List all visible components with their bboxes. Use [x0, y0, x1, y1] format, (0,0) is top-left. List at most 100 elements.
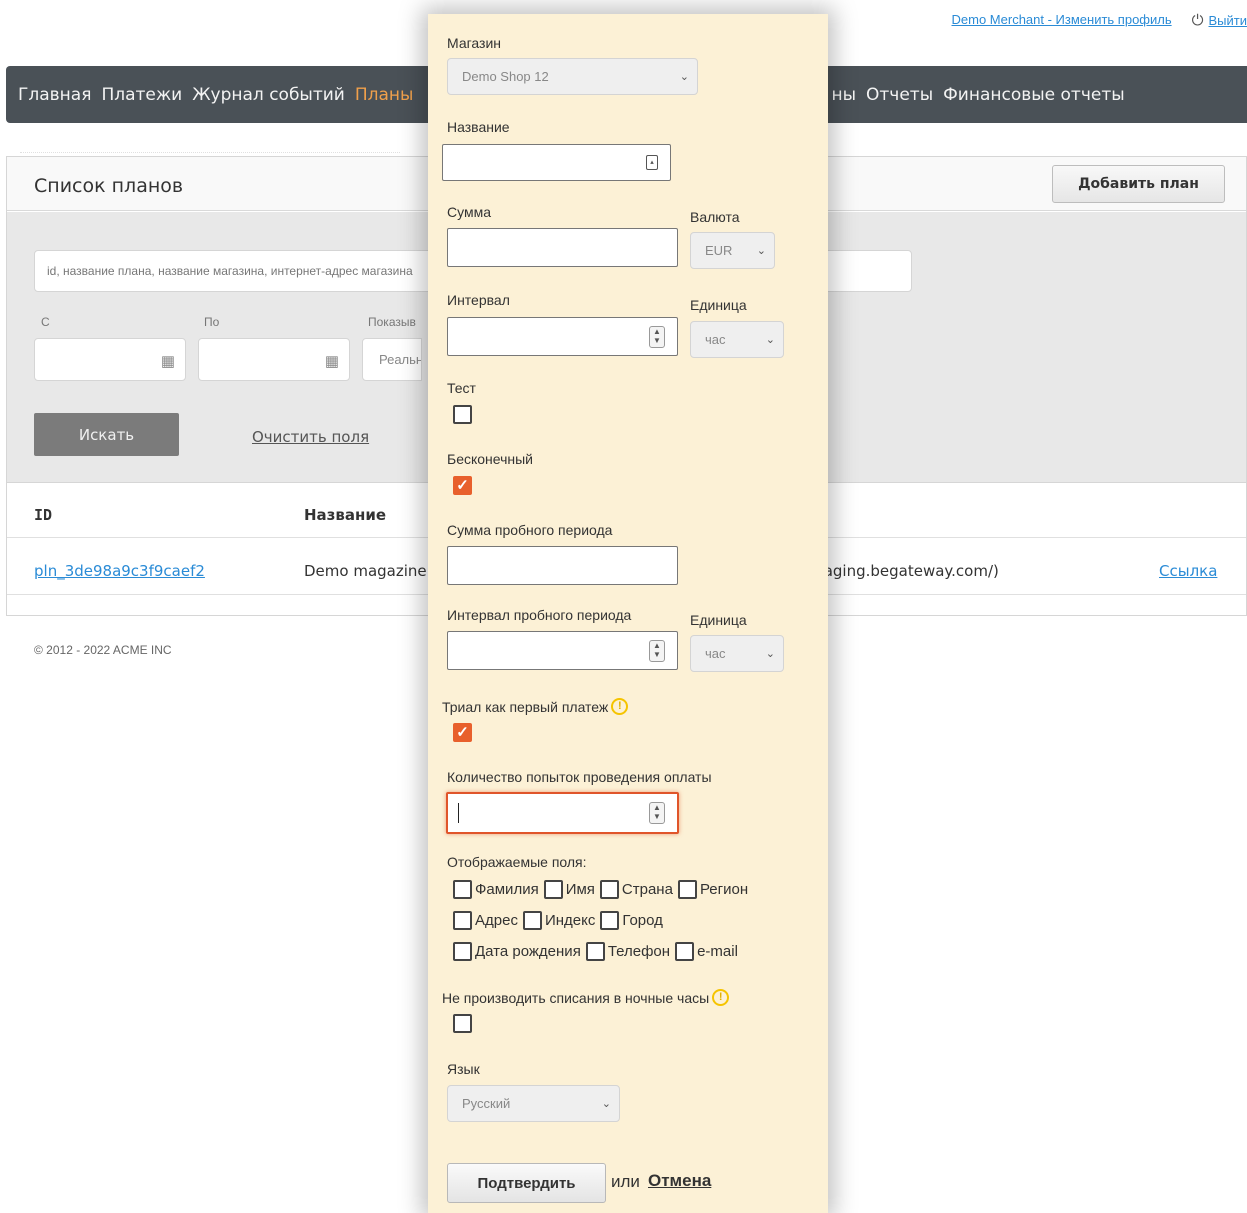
attempts-input[interactable]: ▲ ▼: [446, 792, 679, 834]
top-links: Demo Merchant - Изменить профиль ⏻ Выйти: [952, 12, 1247, 29]
address-checkbox[interactable]: [453, 911, 472, 930]
country-checkbox[interactable]: [599, 880, 619, 899]
trial-unit-select[interactable]: час ⌄: [690, 635, 784, 672]
or-text: или: [611, 1172, 640, 1191]
lastname-checkbox[interactable]: [453, 880, 472, 899]
lastname-label: Фамилия: [475, 881, 539, 898]
birthdate-label: Дата рождения: [475, 943, 581, 960]
trial-first-payment-label: Триал как первый платеж!: [442, 698, 629, 715]
logout-button[interactable]: ⏻ Выйти: [1192, 12, 1247, 29]
currency-select[interactable]: EUR ⌄: [690, 232, 775, 269]
trial-unit-label: Единица: [690, 612, 747, 628]
trial-interval-input[interactable]: ▲ ▼: [447, 631, 678, 670]
no-night-charges-label: Не производить списания в ночные часы!: [442, 989, 730, 1006]
trial-first-payment-checkbox[interactable]: ✓: [453, 723, 472, 742]
unit-label: Единица: [690, 297, 747, 313]
date-to-label: По: [204, 315, 220, 329]
footer-copyright: © 2012 - 2022 ACME INC: [34, 643, 172, 657]
zip-checkbox[interactable]: [522, 911, 542, 930]
name-label: Название: [447, 119, 510, 135]
nav-item-reports[interactable]: Отчеты: [866, 85, 933, 105]
plan-id-link[interactable]: pln_3de98a9c3f9caef2: [34, 562, 205, 580]
clear-fields-link[interactable]: Очистить поля: [252, 428, 369, 446]
shop-value: Demo Shop 12: [462, 69, 549, 84]
email-checkbox[interactable]: [675, 942, 695, 961]
city-checkbox[interactable]: [600, 911, 620, 930]
text-cursor: [458, 803, 459, 823]
calendar-icon[interactable]: ▦: [161, 352, 175, 370]
warning-icon[interactable]: !: [611, 698, 629, 715]
plan-form-modal: Магазин Demo Shop 12 ⌄ Название ▴ Сумма …: [428, 14, 828, 1213]
show-select[interactable]: Реальн: [362, 338, 422, 381]
region-label: Регион: [699, 881, 749, 898]
currency-label: Валюта: [690, 209, 740, 225]
page-title: Список планов: [34, 175, 184, 197]
interval-input[interactable]: ▲ ▼: [447, 317, 678, 356]
birthdate-checkbox[interactable]: [453, 942, 472, 961]
currency-value: EUR: [705, 243, 733, 258]
keyboard-icon: ▴: [646, 155, 658, 170]
zip-label: Индекс: [544, 912, 596, 929]
warning-icon[interactable]: !: [712, 989, 730, 1006]
amount-input[interactable]: [447, 228, 678, 267]
no-night-charges-checkbox[interactable]: [453, 1014, 472, 1033]
infinite-checkbox[interactable]: ✓: [453, 476, 472, 495]
search-button[interactable]: Искать: [34, 413, 179, 456]
show-label: Показыв: [368, 315, 416, 329]
nav-item-plans[interactable]: Планы: [355, 85, 414, 105]
trial-amount-input[interactable]: [447, 546, 678, 585]
column-name: Название: [304, 506, 387, 524]
nav-item-event-log[interactable]: Журнал событий: [192, 85, 345, 105]
country-label: Страна: [621, 881, 673, 898]
nav-item-home[interactable]: Главная: [18, 85, 91, 105]
shop-select[interactable]: Demo Shop 12 ⌄: [447, 58, 698, 95]
power-icon: ⏻: [1191, 12, 1204, 29]
chevron-down-icon: ⌄: [601, 1097, 611, 1110]
trial-first-payment-text: Триал как первый платеж: [442, 699, 609, 715]
amount-label: Сумма: [447, 204, 491, 220]
region-checkbox[interactable]: [677, 880, 697, 899]
trial-amount-label: Сумма пробного периода: [447, 522, 613, 538]
spinner-icon[interactable]: ▲ ▼: [649, 325, 665, 348]
spinner-icon[interactable]: ▲ ▼: [649, 639, 665, 662]
trial-unit-value: час: [705, 646, 726, 661]
language-select[interactable]: Русский ⌄: [447, 1085, 620, 1122]
plan-shop: staging.begateway.com/): [810, 562, 999, 580]
name-input[interactable]: ▴: [442, 144, 671, 181]
plan-name: Demo magazine: [304, 562, 427, 580]
column-id: ID: [34, 506, 53, 524]
unit-select[interactable]: час ⌄: [690, 321, 784, 358]
date-to-field[interactable]: ▦: [198, 338, 350, 381]
city-label: Город: [622, 912, 663, 929]
display-fields-row-2: Адрес Индекс Город: [453, 911, 668, 930]
chevron-down-icon: ⌄: [765, 333, 775, 346]
shop-label: Магазин: [447, 35, 502, 51]
test-checkbox[interactable]: [453, 405, 472, 424]
display-fields-row-3: Дата рождения Телефон e-mail: [453, 942, 743, 961]
confirm-button[interactable]: Подтвердить: [447, 1163, 606, 1203]
cancel-link[interactable]: Отмена: [648, 1171, 711, 1191]
phone-checkbox[interactable]: [585, 942, 605, 961]
add-plan-button[interactable]: Добавить план: [1052, 165, 1225, 203]
display-fields-row-1: Фамилия Имя Страна Регион: [453, 880, 753, 899]
interval-label: Интервал: [447, 292, 510, 308]
firstname-label: Имя: [565, 881, 595, 898]
profile-link[interactable]: Demo Merchant - Изменить профиль: [952, 12, 1172, 29]
chevron-down-icon: ⌄: [765, 647, 775, 660]
logout-link[interactable]: Выйти: [1209, 13, 1247, 28]
language-label: Язык: [447, 1061, 480, 1077]
date-from-field[interactable]: ▦: [34, 338, 186, 381]
nav-item-financial-reports[interactable]: Финансовые отчеты: [943, 85, 1125, 105]
chevron-down-icon: ⌄: [679, 70, 689, 83]
attempts-label: Количество попыток проведения оплаты: [447, 769, 712, 785]
display-fields-label: Отображаемые поля:: [447, 854, 587, 870]
chevron-down-icon: ⌄: [756, 244, 766, 257]
plan-link[interactable]: Ссылка: [1159, 562, 1217, 580]
unit-value: час: [705, 332, 726, 347]
nav-item-partial[interactable]: ны: [831, 85, 856, 105]
trial-interval-label: Интервал пробного периода: [447, 607, 632, 623]
firstname-checkbox[interactable]: [543, 880, 563, 899]
spinner-icon[interactable]: ▲ ▼: [649, 802, 665, 824]
calendar-icon[interactable]: ▦: [325, 352, 339, 370]
nav-item-payments[interactable]: Платежи: [101, 85, 182, 105]
